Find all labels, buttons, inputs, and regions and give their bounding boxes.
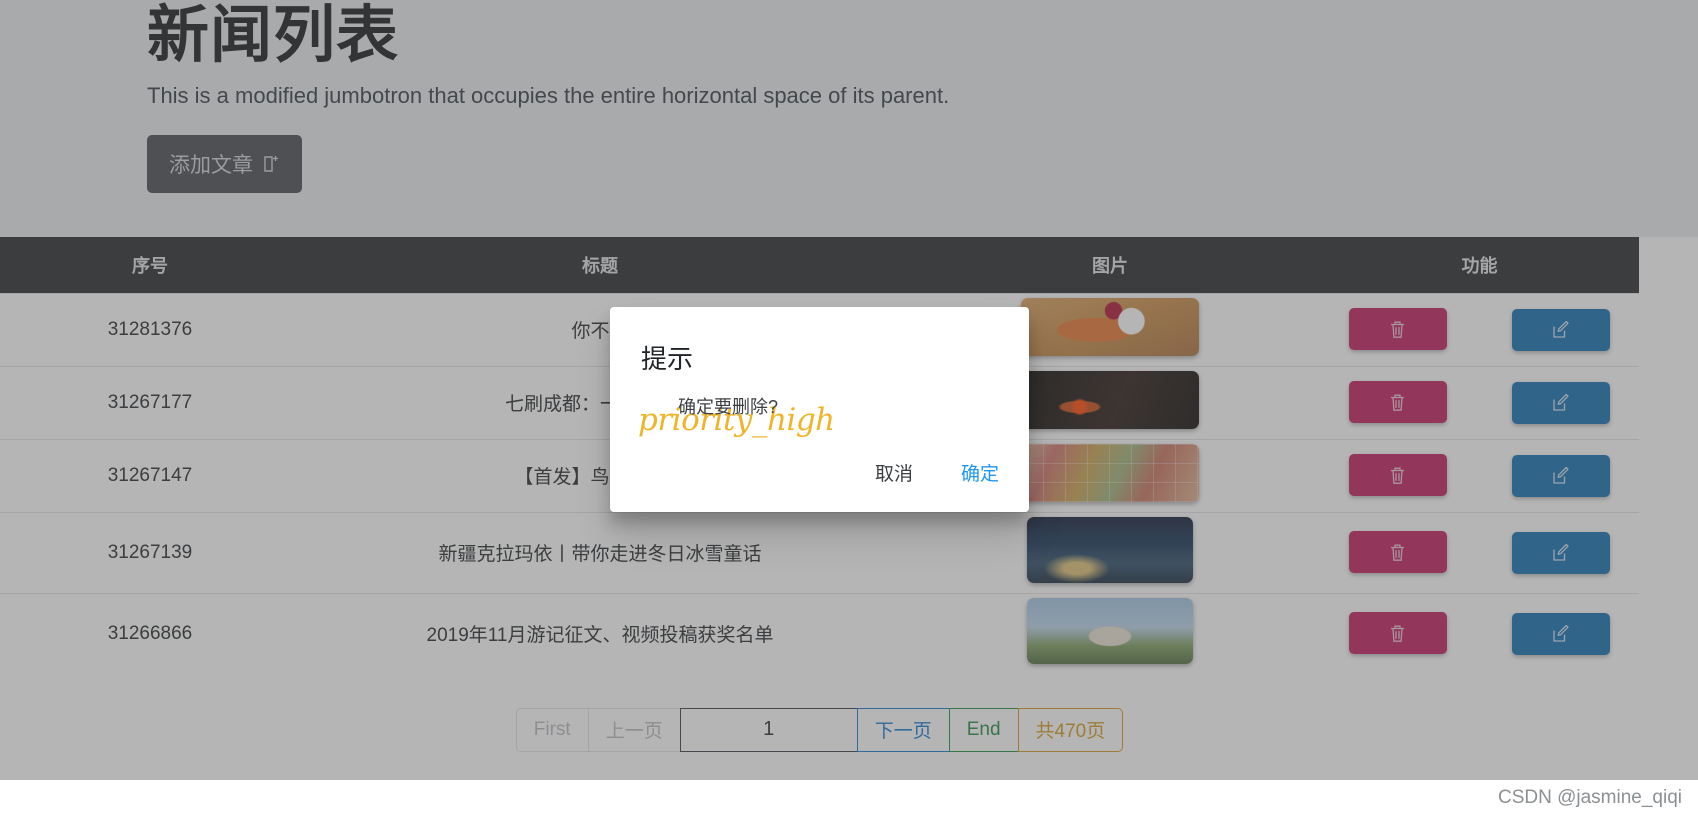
cancel-button[interactable]: 取消 xyxy=(869,455,919,490)
dialog-actions: 取消 确定 xyxy=(869,455,1005,490)
confirm-delete-dialog: 提示 priority_high 确定要删除? 取消 确定 xyxy=(610,307,1029,512)
watermark: CSDN @jasmine_qiqi xyxy=(1497,787,1682,808)
dialog-message: 确定要删除? xyxy=(678,397,779,417)
app-root: 新闻列表 This is a modified jumbotron that o… xyxy=(0,0,1698,818)
dialog-body: priority_high 确定要删除? xyxy=(610,376,1029,438)
confirm-button[interactable]: 确定 xyxy=(955,455,1005,490)
dialog-title: 提示 xyxy=(641,345,694,375)
